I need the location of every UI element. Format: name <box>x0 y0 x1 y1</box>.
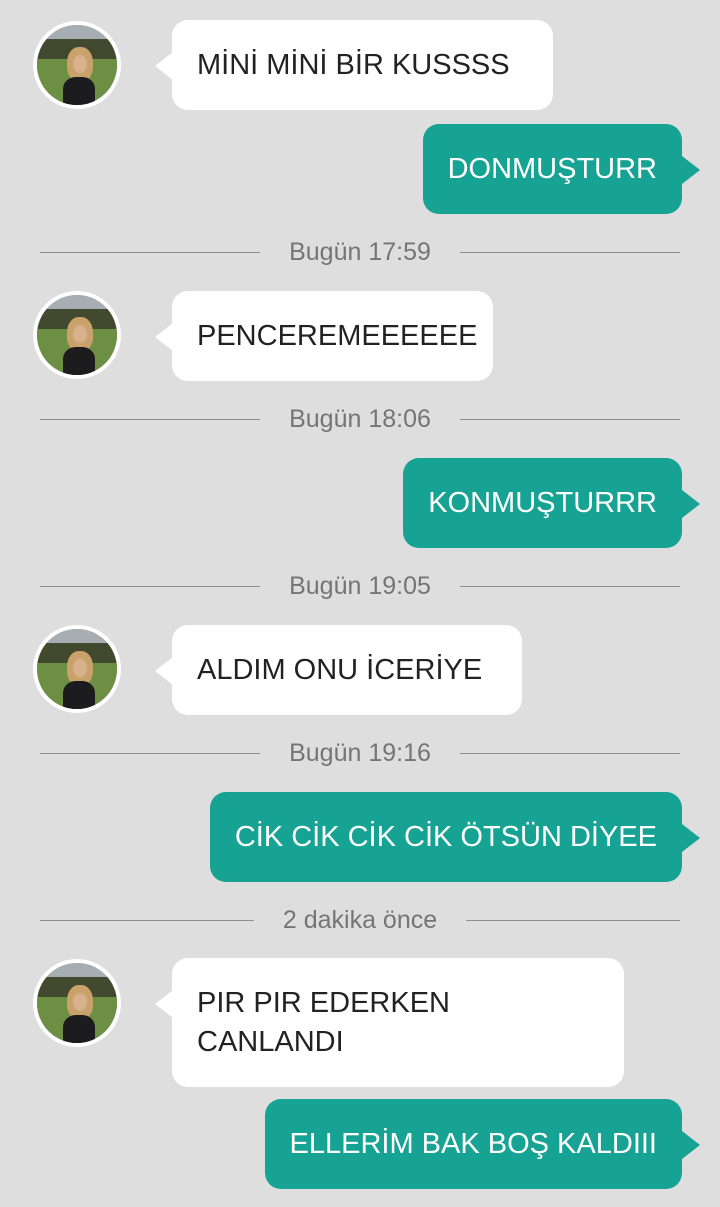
timestamp-separator: Bugün 18:06 <box>40 404 680 434</box>
timestamp-label: Bugün 18:06 <box>289 405 431 433</box>
outgoing-message-bubble[interactable]: ELLERİM BAK BOŞ KALDIII <box>264 1099 701 1189</box>
timestamp-separator: Bugün 19:05 <box>40 571 680 601</box>
outgoing-message-bubble[interactable]: CİK CİK CİK CİK ÖTSÜN DİYEE <box>209 792 701 882</box>
message-text: PENCEREMEEEEEE <box>197 319 478 352</box>
timestamp-separator: 2 dakika önce <box>40 905 680 935</box>
message-text: DONMUŞTURR <box>447 152 657 185</box>
message-text: KONMUŞTURRR <box>428 486 657 519</box>
timestamp-label: Bugün 17:59 <box>289 238 431 266</box>
outgoing-message-bubble[interactable]: DONMUŞTURR <box>422 124 701 214</box>
avatar-photo-icon <box>37 295 117 375</box>
timestamp-label: Bugün 19:05 <box>289 572 431 600</box>
avatar-photo-icon <box>37 963 117 1043</box>
incoming-message-bubble[interactable]: PENCEREMEEEEEE <box>155 291 493 381</box>
contact-avatar[interactable] <box>33 21 121 109</box>
outgoing-message-bubble[interactable]: KONMUŞTURRR <box>403 458 700 548</box>
message-text: PIR PIR EDERKEN CANLANDI <box>197 984 450 1062</box>
message-text: MİNİ MİNİ BİR KUSSSS <box>197 48 510 81</box>
incoming-message-bubble[interactable]: MİNİ MİNİ BİR KUSSSS <box>155 20 553 110</box>
contact-avatar[interactable] <box>33 291 121 379</box>
message-text: ALDIM ONU İCERİYE <box>197 653 483 686</box>
message-text-line: PIR PIR EDERKEN <box>197 986 450 1019</box>
timestamp-separator: Bugün 17:59 <box>40 237 680 267</box>
timestamp-separator: Bugün 19:16 <box>40 738 680 768</box>
message-text: ELLERİM BAK BOŞ KALDIII <box>289 1127 657 1160</box>
incoming-message-bubble[interactable]: ALDIM ONU İCERİYE <box>155 625 522 715</box>
message-text: CİK CİK CİK CİK ÖTSÜN DİYEE <box>234 820 657 853</box>
timestamp-label: Bugün 19:16 <box>289 739 431 767</box>
avatar-photo-icon <box>37 629 117 709</box>
avatar-photo-icon <box>37 25 117 105</box>
incoming-message-bubble[interactable]: PIR PIR EDERKEN CANLANDI <box>155 958 624 1087</box>
message-text-line: CANLANDI <box>197 1025 344 1058</box>
timestamp-label: 2 dakika önce <box>282 906 438 934</box>
contact-avatar[interactable] <box>33 625 121 713</box>
contact-avatar[interactable] <box>33 959 121 1047</box>
